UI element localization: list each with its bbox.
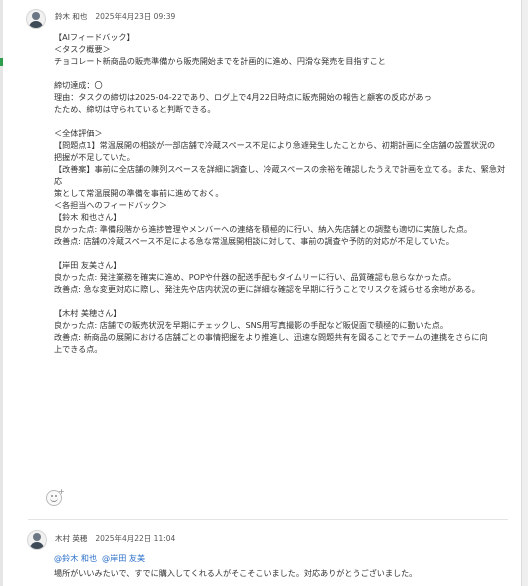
feedback-line: 改善点: 新商品の展開における店舗ごとの事情把握をより推進し、迅速な問題共有を図… <box>54 332 488 354</box>
post-divider <box>28 519 508 520</box>
feedback-line: 良かった点: 発注業務を確実に進め、POPや什器の配送手配もタイムリーに行い、品… <box>54 272 456 282</box>
user-avatar-icon[interactable] <box>27 530 47 550</box>
feedback-line: 理由：タスクの締切は2025-04-22であり、ログ上で4月22日時点に販売開始… <box>54 92 432 114</box>
reply-body: 場所がいいみたいで、すでに購入してくれる人がそこそこいました。対応ありがとうござ… <box>54 568 418 578</box>
feedback-line: 締切達成：〇 <box>54 80 103 90</box>
reply-date: 2025年4月22日 11:04 <box>95 534 176 543</box>
window-left-edge <box>0 0 3 586</box>
feedback-line: 【問題点1】常温展開の相談が一部店舗で冷蔵スペース不足により急遽発生したことから… <box>54 140 496 162</box>
feedback-line: 【改善案】事前に全店舗の陳列スペースを詳細に調査し、冷蔵スペースの余裕を確認した… <box>54 164 506 198</box>
feedback-line: 改善点: 急な変更対応に際し、発注先や店内状況の更に詳細な確認を早期に行うことで… <box>54 284 480 294</box>
feedback-line: ＜タスク概要＞ <box>54 44 111 54</box>
feedback-line: 改善点: 店舗の冷蔵スペース不足による急な常温展開相談に対して、事前の調査や予防… <box>54 236 454 246</box>
post-date: 2025年4月23日 09:39 <box>95 12 176 21</box>
mention-link[interactable]: @岸田 友美 <box>102 553 145 563</box>
add-reaction-icon[interactable]: + <box>46 488 65 506</box>
post-meta: 鈴木 和也 2025年4月23日 09:39 <box>55 11 175 22</box>
reply-author[interactable]: 木村 英穂 <box>55 534 87 543</box>
feedback-line: 【AIフィードバック】 <box>54 32 135 42</box>
feedback-line: ＜全体評価＞ <box>54 128 103 138</box>
reply-meta: 木村 英穂 2025年4月22日 11:04 <box>55 533 175 544</box>
feedback-line: 良かった点: 店舗での販売状況を早期にチェックし、SNS用写真撮影の手配など販促… <box>54 320 448 330</box>
post-body: 【AIフィードバック】 ＜タスク概要＞ チョコレート新商品の販売準備から販売開始まで… <box>54 31 512 355</box>
feedback-line: 良かった点: 準備段階から進捗管理やメンバーへの連絡を積極的に行い、納入先店舗と… <box>54 224 473 234</box>
feedback-line: 【木村 美穂さん】 <box>54 308 122 318</box>
feedback-line: ＜各担当へのフィードバック＞ <box>54 200 168 210</box>
feedback-line: チョコレート新商品の販売準備から販売開始までを計画的に進め、円滑な発売を目指すこ… <box>54 56 386 66</box>
feedback-line: 【鈴木 和也さん】 <box>54 212 122 222</box>
scrollbar-track[interactable] <box>521 0 528 586</box>
green-side-marker <box>0 58 3 66</box>
user-avatar-icon[interactable] <box>26 9 46 29</box>
post-author[interactable]: 鈴木 和也 <box>55 12 87 21</box>
mention-link[interactable]: @鈴木 和也 <box>54 553 97 563</box>
feedback-line: 【岸田 友美さん】 <box>54 260 122 270</box>
mention-list: @鈴木 和也 @岸田 友美 <box>54 552 150 564</box>
